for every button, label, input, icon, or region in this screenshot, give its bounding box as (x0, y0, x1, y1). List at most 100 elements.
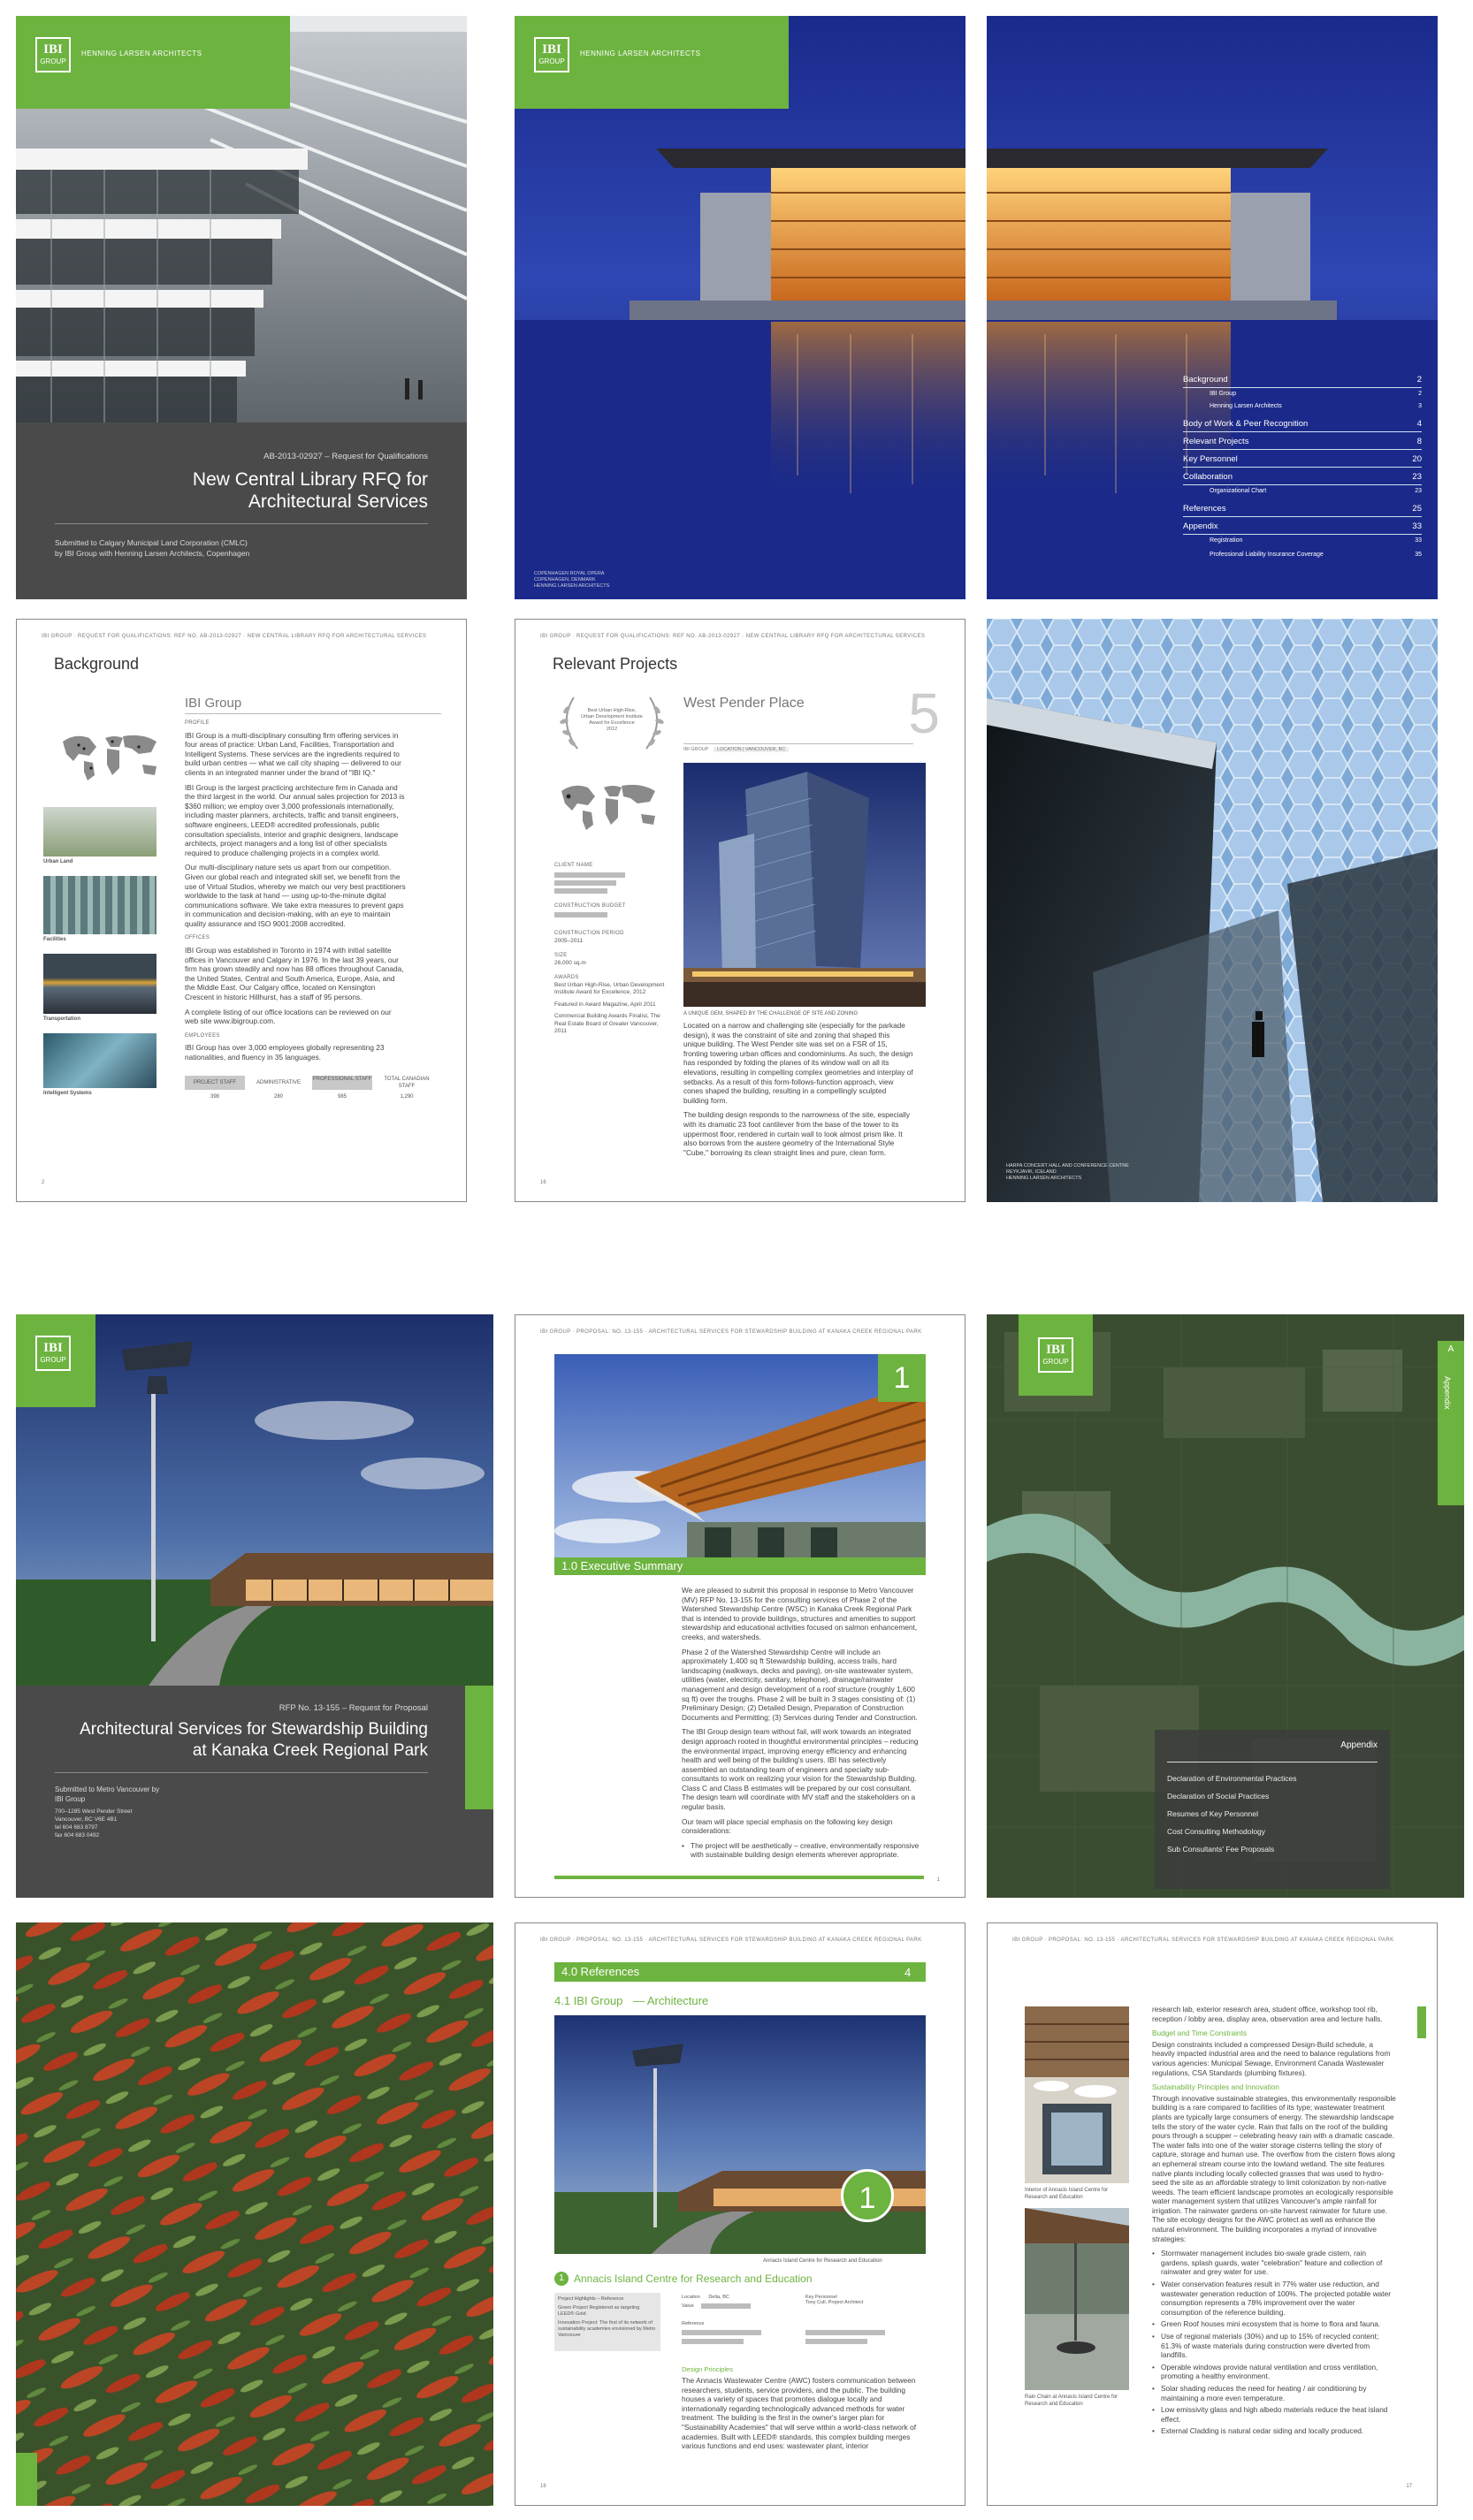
photo-caption: A UNIQUE GEM, SHAPED BY THE CHALLENGE OF… (683, 1011, 859, 1016)
brand-logo: IBI GROUP (1019, 1314, 1093, 1396)
green-corner-tab (16, 2453, 37, 2506)
toc-subitem[interactable]: Registration 33 (1210, 537, 1422, 548)
toc-subitem[interactable]: Henning Larsen Architects 3 (1210, 403, 1422, 414)
list-item: • Solar shading reduces the need for heat… (1152, 2383, 1367, 2402)
page-header: IBI GROUP · PROPOSAL: NO. 13-155 · ARCHI… (540, 1938, 922, 1943)
appendix-panel: Appendix Declaration of Environmental Pr… (1155, 1730, 1390, 1889)
toc-item[interactable]: Appendix 33 (1183, 522, 1422, 535)
project-rule (683, 743, 913, 744)
relevant-projects-page: IBI GROUP · REQUEST FOR QUALIFICATIONS: … (515, 619, 965, 1202)
photo-caption: Annacis Island Centre for Research and E… (763, 2258, 882, 2264)
spread-gutter (965, 16, 987, 599)
toc-item[interactable]: Collaboration 23 (1183, 472, 1422, 485)
interior-photo (1025, 2006, 1129, 2183)
list-item: • Use of regional materials (30%) and up … (1152, 2332, 1379, 2360)
canopy-photo (554, 1354, 926, 1565)
page-header: IBI GROUP · PROPOSAL: NO. 13-155 · ARCHI… (540, 1329, 922, 1335)
references-page-continued: IBI GROUP · PROPOSAL: NO. 13-155 · ARCHI… (987, 1922, 1438, 2506)
footer-rule (554, 1876, 924, 1879)
table-of-contents: Background 2 IBI Group 2 Henning Larsen Ar… (1183, 375, 1422, 569)
list-item: • The project will be aesthetically – cre… (682, 1840, 920, 1860)
brand-logo: IBI GROUP HENNING LARSEN ARCHITECTS (515, 16, 789, 109)
brand-logo: IBI GROUP HENNING LARSEN ARCHITECTS (16, 16, 290, 109)
highlights-box: Project Highlights – Reference Green Pro… (554, 2293, 660, 2351)
thumb-transportation (43, 954, 156, 1014)
partner-name: HENNING LARSEN ARCHITECTS (580, 49, 701, 57)
staff-table: PROJECT STAFF ADMINISTRATIVE PROFESSIONA… (185, 1076, 441, 1102)
toc-item[interactable]: References 25 (1183, 504, 1422, 517)
appendix-item[interactable]: Sub Consultants' Fee Proposals (1167, 1845, 1274, 1854)
band-number: 4 (904, 1966, 912, 1979)
thumb-label: Facilities (43, 937, 66, 942)
page-header: IBI GROUP · PROPOSAL: NO. 13-155 · ARCHI… (1012, 1938, 1394, 1943)
toc-item[interactable]: Key Personnel 20 (1183, 454, 1422, 468)
list-item: • Stormwater management includes bio-swal… (1152, 2249, 1383, 2277)
cover-page-library: IBI GROUP HENNING LARSEN ARCHITECTS AB-20… (16, 16, 467, 599)
list-item: • Operable windows provide natural ventil… (1152, 2362, 1378, 2381)
list-item: • Water conservation features result in 7… (1152, 2280, 1391, 2317)
tab-label: Appendix (1443, 1376, 1452, 1410)
appendix-item[interactable]: Declaration of Social Practices (1167, 1792, 1269, 1801)
photo-caption: Rain Chain at Annacis Island Centre for … (1025, 2394, 1118, 2407)
toc-item[interactable]: Body of Work & Peer Recognition 4 (1183, 419, 1422, 432)
appendix-side-tab[interactable]: A Appendix (1438, 1341, 1464, 1505)
list-item: • External Cladding is natural cedar sidi… (1152, 2426, 1364, 2436)
reference-body-continued: research lab, exterior research area, st… (1152, 2005, 1396, 2436)
thumb-label: Urban Land (43, 859, 73, 864)
green-side-tab (465, 1686, 493, 1809)
page-number: 17 (1406, 2484, 1412, 2489)
page-number: 1 (936, 1877, 940, 1883)
section-title: IBI Group (185, 696, 242, 711)
section-band: 1.0 Executive Summary (554, 1557, 926, 1575)
photo-caption: Interior of Annacis Island Centre for Re… (1025, 2188, 1109, 2200)
appendix-item[interactable]: Cost Consulting Methodology (1167, 1827, 1265, 1836)
world-map-icon (63, 735, 156, 780)
project-facts: CLIENT NAME CONSTRUCTION BUDGET CONSTRUC… (554, 863, 665, 1034)
page-header: IBI GROUP · REQUEST FOR QUALIFICATIONS: … (42, 634, 427, 639)
section-rule (185, 713, 441, 714)
appendix-item[interactable]: Declaration of Environmental Practices (1167, 1774, 1296, 1783)
executive-summary-page: IBI GROUP · PROPOSAL: NO. 13-155 · ARCHI… (515, 1314, 965, 1898)
toc-item[interactable]: Relevant Projects 8 (1183, 437, 1422, 450)
thumb-urban-land (43, 807, 156, 856)
appendix-title: Appendix (1340, 1740, 1378, 1750)
toc-subitem[interactable]: Organizational Chart 23 (1210, 488, 1422, 499)
page-number: 2 (42, 1180, 45, 1185)
harpa-photo-page: HARPA CONCERT HALL AND CONFERENCE CENTRE… (987, 619, 1438, 1202)
toc-subitem[interactable]: Professional Liability Insurance Coverag… (1210, 552, 1422, 562)
background-body: PROFILE IBI Group is a multi-disciplinar… (185, 720, 406, 1062)
thumb-intelligent-systems (43, 1033, 156, 1088)
cover-title: New Central Library RFQ for Architectura… (192, 469, 428, 512)
thumb-label: Intelligent Systems (43, 1091, 92, 1096)
ibi-logo-icon: IBI GROUP (35, 37, 71, 72)
world-map-icon (561, 784, 655, 830)
fact-location: Location Delta, BC (682, 2295, 729, 2300)
ibi-logo-icon: IBI GROUP (35, 1336, 71, 1371)
project-body: Located on a narrow and challenging site… (683, 1021, 913, 1157)
cover-page-stewardship: IBI GROUP RFP No. 13-155 – Request for Pr… (16, 1314, 493, 1898)
opera-caption: COPENHAGEN ROYAL OPERA COPENHAGEN, DENMA… (534, 571, 610, 589)
ibi-logo-icon: IBI GROUP (1038, 1337, 1073, 1373)
reference-number-badge: 1 (841, 2169, 894, 2222)
executive-summary-body: We are pleased to submit this proposal i… (682, 1586, 922, 1860)
toc-item[interactable]: Background 2 (1183, 375, 1422, 388)
tab-letter: A (1447, 1344, 1454, 1354)
fact-value: Value (682, 2303, 694, 2309)
thumb-facilities (43, 876, 156, 934)
principles-heading: Design Principles (682, 2365, 733, 2373)
section-band: 4.0 References (554, 1962, 926, 1982)
cover-rule (55, 523, 428, 524)
page-title: Background (54, 655, 140, 673)
list-item: • Green Roof houses mini ecosystem that i… (1152, 2319, 1381, 2329)
project-title: West Pender Place (683, 696, 805, 711)
thumb-label: Transportation (43, 1016, 81, 1022)
salmon-photo-page (16, 1922, 493, 2506)
reference-number-small: 1 (554, 2272, 569, 2286)
cover-rule (55, 1772, 428, 1773)
cover-title: Architectural Services for Stewardship B… (80, 1720, 428, 1760)
toc-subitem[interactable]: IBI Group 2 (1210, 391, 1422, 401)
appendix-item[interactable]: Resumes of Key Personnel (1167, 1809, 1258, 1818)
reference-title: Annacis Island Centre for Research and E… (574, 2273, 813, 2285)
rfp-reference: RFP No. 13-155 – Request for Proposal (279, 1703, 428, 1713)
harpa-photo (987, 619, 1438, 1202)
